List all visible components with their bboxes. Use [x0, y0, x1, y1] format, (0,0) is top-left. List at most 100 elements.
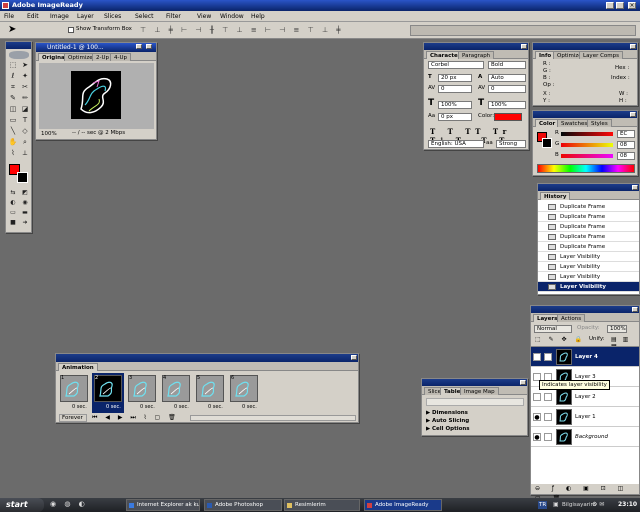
leading-field[interactable]: Auto — [488, 74, 526, 82]
eye-icon[interactable]: ● — [533, 413, 541, 421]
taskbar-item[interactable]: Internet Explorer ak kull... — [126, 499, 200, 511]
layer-name[interactable]: Layer 2 — [575, 387, 596, 407]
font-size-field[interactable]: 20 px — [438, 74, 472, 82]
move-tool-icon[interactable]: ➤ — [20, 61, 30, 70]
frame-delay[interactable]: 0 sec. — [72, 404, 87, 410]
tab-history[interactable]: History — [540, 192, 571, 200]
loop-select[interactable]: Forever — [59, 414, 87, 422]
history-item[interactable]: Layer Visibility — [538, 272, 639, 282]
taskbar-item[interactable]: Adobe Photoshop — [204, 499, 282, 511]
menu-edit[interactable]: Edit — [27, 13, 39, 20]
menu-select[interactable]: Select — [135, 13, 154, 20]
character-panel-close[interactable] — [521, 44, 527, 49]
text-color-swatch[interactable] — [494, 113, 522, 121]
layer-name[interactable]: Background — [575, 427, 608, 447]
animation-frame[interactable]: 2 0 sec. — [92, 373, 124, 413]
menu-filter[interactable]: Filter — [166, 13, 181, 20]
animation-frame[interactable]: 3 0 sec. — [126, 373, 158, 413]
close-button[interactable]: × — [628, 2, 636, 9]
transform-checkbox[interactable] — [68, 27, 74, 33]
screen-mode-1-icon[interactable]: ▭ — [8, 208, 18, 217]
frame-delay[interactable]: 0 sec. — [106, 404, 121, 410]
horizontal-scale-field[interactable]: 100% — [488, 101, 526, 109]
slice-section[interactable]: ▶ Auto Slicing — [426, 417, 526, 425]
fill-tool-icon[interactable]: ◪ — [20, 105, 30, 114]
brush-tool-icon[interactable]: ✎ — [8, 94, 18, 103]
color-spectrum[interactable] — [537, 164, 635, 173]
measure-tool-icon[interactable]: ⟂ — [20, 149, 30, 158]
animation-tab[interactable]: Animation — [58, 363, 98, 371]
layer-link-box[interactable] — [544, 413, 552, 421]
palette-well[interactable] — [410, 25, 636, 36]
start-button[interactable]: start — [0, 498, 44, 512]
lock-icons[interactable]: ⬚ ✎ ✥ 🔒 — [535, 336, 585, 343]
tab-paragraph[interactable]: Paragraph — [458, 51, 495, 59]
animation-frame[interactable]: 4 0 sec. — [160, 373, 192, 413]
animation-scrollbar[interactable] — [190, 415, 356, 421]
zoom-field[interactable]: 100% — [39, 131, 59, 139]
text-tool-icon[interactable]: T — [20, 116, 30, 125]
history-item[interactable]: Duplicate Frame — [538, 232, 639, 242]
layer-name[interactable]: Layer 4 — [575, 347, 598, 367]
slice-panel-close[interactable] — [520, 380, 526, 385]
crop-tool-icon[interactable]: ⌗ — [8, 83, 18, 92]
menu-file[interactable]: File — [4, 13, 14, 20]
vertical-scale-field[interactable]: 100% — [438, 101, 472, 109]
color-panel-close[interactable] — [630, 112, 636, 117]
tracking-field[interactable]: 0 — [488, 85, 526, 93]
magic-wand-tool-icon[interactable]: ✦ — [20, 72, 30, 81]
color-g-slider[interactable] — [561, 143, 613, 147]
history-item[interactable]: Layer Visibility — [538, 262, 639, 272]
jump-to-icon[interactable]: ➜ — [20, 218, 30, 227]
layer-name[interactable]: Layer 1 — [575, 407, 596, 427]
eraser-tool-icon[interactable]: ◫ — [8, 105, 18, 114]
color-r-field[interactable]: EC — [617, 130, 635, 138]
layer-link-box[interactable] — [544, 393, 552, 401]
eye-icon[interactable] — [533, 393, 541, 401]
document-close[interactable] — [146, 44, 152, 49]
language-indicator[interactable]: TR — [538, 501, 548, 509]
line-tool-icon[interactable]: ╲ — [8, 127, 18, 136]
tab-actions[interactable]: Actions — [557, 314, 586, 322]
color-b-slider[interactable] — [561, 154, 613, 158]
slice-tool-icon[interactable]: ✂ — [20, 83, 30, 92]
history-item[interactable]: Layer Visibility — [538, 282, 639, 292]
status-field[interactable]: -- / -- sec @ 2 Mbps — [72, 130, 125, 137]
document-minimize[interactable] — [136, 44, 142, 49]
frame-delay[interactable]: 0 sec. — [208, 404, 223, 410]
background-color[interactable] — [17, 172, 28, 183]
color-b-field[interactable]: 08 — [617, 152, 635, 160]
tab-layer-comps[interactable]: Layer Comps — [579, 51, 624, 59]
menu-window[interactable]: Window — [220, 13, 244, 20]
tab-styles[interactable]: Styles — [587, 119, 612, 127]
color-g-field[interactable]: 08 — [617, 141, 635, 149]
maximize-button[interactable] — [616, 2, 624, 9]
eyedropper-tool-icon[interactable]: ⌇ — [8, 149, 18, 158]
color-background[interactable] — [542, 138, 552, 148]
baseline-field[interactable]: 0 px — [438, 113, 472, 121]
history-item[interactable]: Duplicate Frame — [538, 202, 639, 212]
animation-frame[interactable]: 6 0 sec. — [228, 373, 260, 413]
frame-delay[interactable]: 0 sec. — [242, 404, 257, 410]
screen-mode-2-icon[interactable]: ▬ — [20, 208, 30, 217]
history-item[interactable]: Duplicate Frame — [538, 212, 639, 222]
layer-row[interactable]: ● Background — [531, 427, 639, 447]
history-panel-close[interactable] — [632, 185, 638, 190]
zoom-tool-icon[interactable]: ⌕ — [20, 138, 30, 147]
opacity-field[interactable]: 100% — [607, 325, 627, 333]
preview-icon[interactable]: ◉ — [20, 198, 30, 207]
eye-icon[interactable] — [533, 353, 541, 361]
layer-row[interactable]: Layer 2 — [531, 387, 639, 407]
slice-field[interactable] — [426, 398, 524, 406]
frame-delay[interactable]: 0 sec. — [140, 404, 155, 410]
quicklaunch-icons[interactable]: ◉ ◍ ◐ — [50, 500, 88, 508]
lasso-tool-icon[interactable]: ℓ — [8, 72, 18, 81]
screen-mode-3-icon[interactable]: ■ — [8, 218, 18, 227]
menu-help[interactable]: Help — [251, 13, 265, 20]
antialias-select[interactable]: Strong — [496, 140, 526, 148]
frame-delay[interactable]: 0 sec. — [174, 404, 189, 410]
blend-mode-select[interactable]: Normal — [534, 325, 572, 333]
history-item[interactable]: Duplicate Frame — [538, 222, 639, 232]
layers-panel-close[interactable] — [632, 307, 638, 312]
info-panel-close[interactable] — [630, 44, 636, 49]
